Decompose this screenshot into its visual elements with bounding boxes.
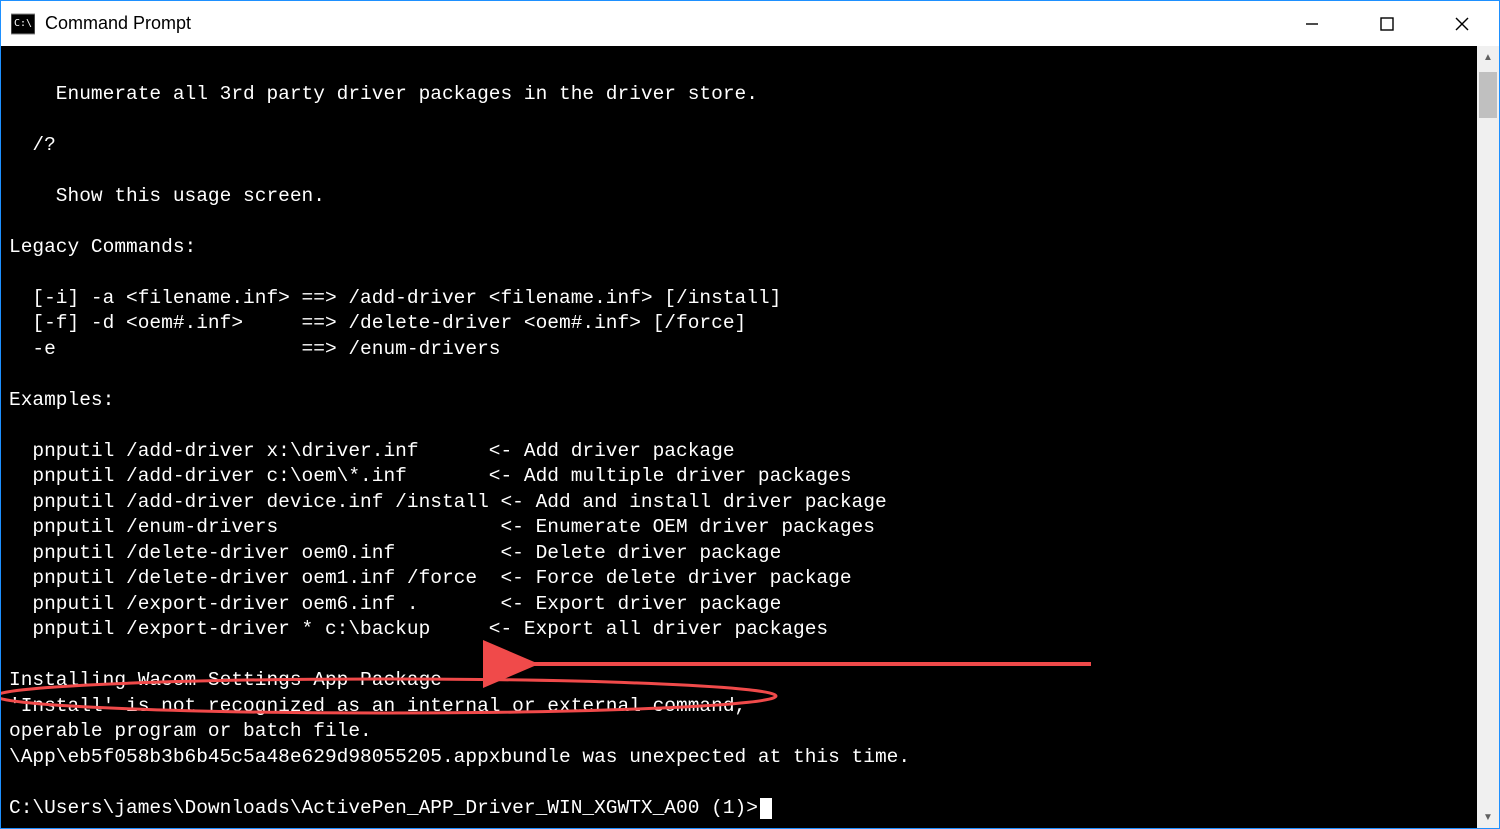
terminal-line: -e ==> /enum-drivers [9,337,1471,363]
terminal-line [9,56,1471,82]
terminal-client-area: Enumerate all 3rd party driver packages … [1,46,1499,828]
window-controls [1274,1,1499,46]
scroll-up-arrow-icon[interactable]: ▲ [1477,46,1499,68]
terminal-line [9,260,1471,286]
terminal-line [9,107,1471,133]
terminal-line [9,158,1471,184]
terminal-line: pnputil /enum-drivers <- Enumerate OEM d… [9,515,1471,541]
terminal-line: pnputil /export-driver * c:\backup <- Ex… [9,617,1471,643]
terminal-output[interactable]: Enumerate all 3rd party driver packages … [1,46,1477,828]
terminal-line: pnputil /export-driver oem6.inf . <- Exp… [9,592,1471,618]
terminal-prompt-line[interactable]: C:\Users\james\Downloads\ActivePen_APP_D… [9,796,1471,822]
terminal-line: /? [9,133,1471,159]
scroll-thumb[interactable] [1479,72,1497,118]
terminal-line: pnputil /add-driver c:\oem\*.inf <- Add … [9,464,1471,490]
terminal-line [9,643,1471,669]
command-prompt-window: C:\ Command Prompt Enumerate all 3rd par… [0,0,1500,829]
terminal-line: Show this usage screen. [9,184,1471,210]
window-title: Command Prompt [45,13,191,34]
cmd-app-icon: C:\ [11,12,35,36]
terminal-line: pnputil /delete-driver oem1.inf /force <… [9,566,1471,592]
terminal-line: Installing Wacom Settings App Package [9,668,1471,694]
terminal-line [9,362,1471,388]
scroll-down-arrow-icon[interactable]: ▼ [1477,806,1499,828]
terminal-line [9,770,1471,796]
terminal-line: 'Install' is not recognized as an intern… [9,694,1471,720]
terminal-line [9,413,1471,439]
terminal-line: pnputil /add-driver device.inf /install … [9,490,1471,516]
terminal-line: Examples: [9,388,1471,414]
title-bar[interactable]: C:\ Command Prompt [1,1,1499,46]
terminal-line: pnputil /add-driver x:\driver.inf <- Add… [9,439,1471,465]
terminal-line: pnputil /delete-driver oem0.inf <- Delet… [9,541,1471,567]
cursor [760,798,772,819]
vertical-scrollbar[interactable]: ▲ ▼ [1477,46,1499,828]
close-button[interactable] [1424,1,1499,46]
terminal-line: Legacy Commands: [9,235,1471,261]
terminal-line [9,209,1471,235]
terminal-line: operable program or batch file. [9,719,1471,745]
maximize-button[interactable] [1349,1,1424,46]
minimize-button[interactable] [1274,1,1349,46]
terminal-line: Enumerate all 3rd party driver packages … [9,82,1471,108]
terminal-line: \App\eb5f058b3b6b45c5a48e629d98055205.ap… [9,745,1471,771]
terminal-line: [-i] -a <filename.inf> ==> /add-driver <… [9,286,1471,312]
terminal-line: [-f] -d <oem#.inf> ==> /delete-driver <o… [9,311,1471,337]
svg-text:C:\: C:\ [14,18,32,29]
